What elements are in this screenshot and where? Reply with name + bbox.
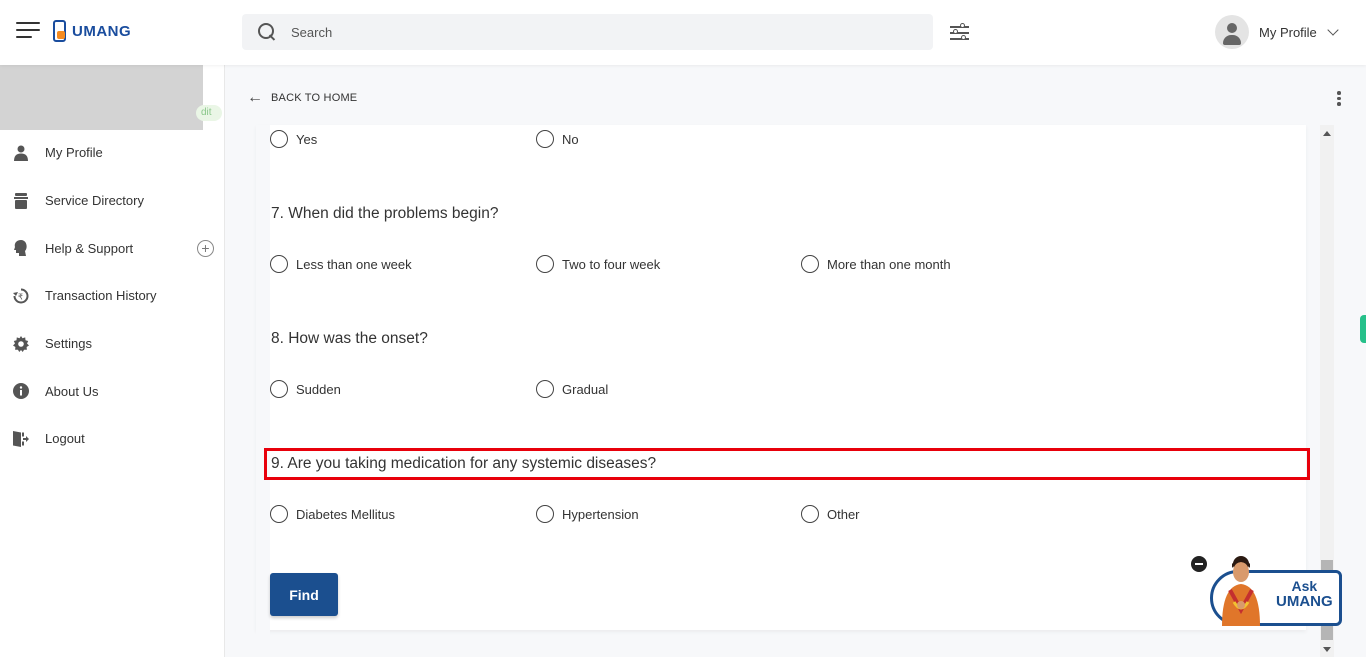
radio-label: Sudden (296, 381, 341, 397)
radio-label: Two to four week (562, 256, 661, 272)
find-button[interactable]: Find (270, 573, 338, 616)
radio-button[interactable] (270, 380, 288, 398)
sidebar-nav: My Profile Service Directory Help & Supp… (0, 129, 224, 463)
sidebar-item-service-directory[interactable]: Service Directory (0, 177, 224, 225)
radio-button[interactable] (270, 505, 288, 523)
radio-label: Diabetes Mellitus (296, 506, 395, 522)
radio-button[interactable] (270, 130, 288, 148)
radio-option-gradual[interactable]: Gradual (536, 380, 608, 398)
avatar (1215, 15, 1249, 49)
profile-label: My Profile (1259, 24, 1317, 40)
radio-label: Other (827, 506, 860, 522)
more-options-icon[interactable] (1335, 91, 1343, 107)
radio-option-hypertension[interactable]: Hypertension (536, 505, 639, 523)
sidebar-item-label: Settings (45, 336, 92, 352)
radio-option-no[interactable]: No (536, 130, 579, 148)
sidebar-item-help-support[interactable]: Help & Support + (0, 224, 224, 272)
top-header: UMANG My Profile (0, 0, 1366, 65)
radio-label: Yes (296, 131, 318, 147)
side-feedback-tab[interactable] (1360, 315, 1366, 343)
radio-option-yes[interactable]: Yes (270, 130, 317, 148)
radio-label: Hypertension (562, 506, 639, 522)
radio-option-less-than-one-week[interactable]: Less than one week (270, 255, 412, 273)
user-card (0, 65, 203, 130)
radio-label: More than one month (827, 256, 951, 272)
ask-umang-widget[interactable]: Ask UMANG (1190, 548, 1345, 630)
radio-button[interactable] (536, 505, 554, 523)
help-head-icon (13, 240, 29, 257)
radio-button[interactable] (536, 255, 554, 273)
sidebar-item-label: Transaction History (45, 288, 157, 304)
history-icon: ₹ (13, 288, 29, 304)
ask-umang-line1: Ask (1291, 578, 1318, 594)
search-bar[interactable] (242, 14, 933, 50)
radio-button[interactable] (801, 255, 819, 273)
umang-logo[interactable]: UMANG (53, 20, 131, 42)
radio-label: No (562, 131, 579, 147)
filter-sliders-icon[interactable] (950, 23, 969, 41)
panel-left-margin (256, 125, 270, 657)
question-7-label: 7. When did the problems begin? (271, 205, 499, 222)
ask-umang-label: Ask UMANG (1276, 578, 1333, 610)
search-input[interactable] (291, 24, 891, 40)
hamburger-menu-icon[interactable] (16, 22, 40, 42)
scroll-up-arrow-icon[interactable] (1323, 131, 1331, 136)
info-icon (13, 383, 29, 400)
radio-option-two-to-four-week[interactable]: Two to four week (536, 255, 660, 273)
sidebar-item-logout[interactable]: Logout (0, 415, 224, 463)
radio-button[interactable] (536, 130, 554, 148)
questionnaire-panel (256, 125, 1306, 630)
umang-logo-icon (53, 20, 66, 42)
app-name: UMANG (72, 22, 132, 40)
radio-button[interactable] (801, 505, 819, 523)
sidebar-item-settings[interactable]: Settings (0, 320, 224, 368)
sidebar-item-label: Service Directory (45, 193, 144, 209)
ask-umang-line2: UMANG (1276, 593, 1333, 610)
sidebar-item-about-us[interactable]: About Us (0, 367, 224, 415)
arrow-left-icon: ← (247, 89, 263, 106)
logout-icon (13, 430, 29, 447)
assistant-avatar-icon (1222, 556, 1260, 626)
back-to-home-link[interactable]: ← BACK TO HOME (247, 89, 357, 107)
edit-profile-badge[interactable]: dit (196, 105, 222, 121)
question-8-label: 8. How was the onset? (271, 330, 428, 347)
radio-label: Gradual (562, 381, 609, 397)
question-9-label: 9. Are you taking medication for any sys… (271, 455, 657, 472)
profile-menu[interactable]: My Profile (1215, 15, 1339, 49)
scroll-down-arrow-icon[interactable] (1323, 647, 1331, 652)
sidebar-item-my-profile[interactable]: My Profile (0, 129, 224, 177)
sidebar-item-label: Help & Support (45, 240, 134, 256)
chevron-down-icon (1327, 24, 1339, 36)
radio-option-diabetes-mellitus[interactable]: Diabetes Mellitus (270, 505, 395, 523)
radio-button[interactable] (270, 255, 288, 273)
person-icon (13, 145, 29, 161)
back-label: BACK TO HOME (271, 92, 358, 104)
search-icon (258, 23, 276, 41)
sidebar: dit My Profile Service Directory Help & … (0, 65, 225, 657)
directory-icon (13, 192, 29, 209)
sidebar-item-label: About Us (45, 383, 99, 399)
gear-icon (13, 335, 29, 352)
minimize-assistant-icon[interactable] (1191, 556, 1207, 572)
radio-label: Less than one week (296, 256, 412, 272)
sidebar-item-transaction-history[interactable]: ₹ Transaction History (0, 272, 224, 320)
radio-option-other[interactable]: Other (801, 505, 860, 523)
radio-button[interactable] (536, 380, 554, 398)
radio-option-sudden[interactable]: Sudden (270, 380, 341, 398)
radio-option-more-than-one-month[interactable]: More than one month (801, 255, 951, 273)
sidebar-item-label: My Profile (45, 145, 103, 161)
sidebar-item-label: Logout (45, 431, 85, 447)
svg-text:₹: ₹ (18, 292, 23, 301)
expand-plus-icon[interactable]: + (197, 239, 214, 257)
